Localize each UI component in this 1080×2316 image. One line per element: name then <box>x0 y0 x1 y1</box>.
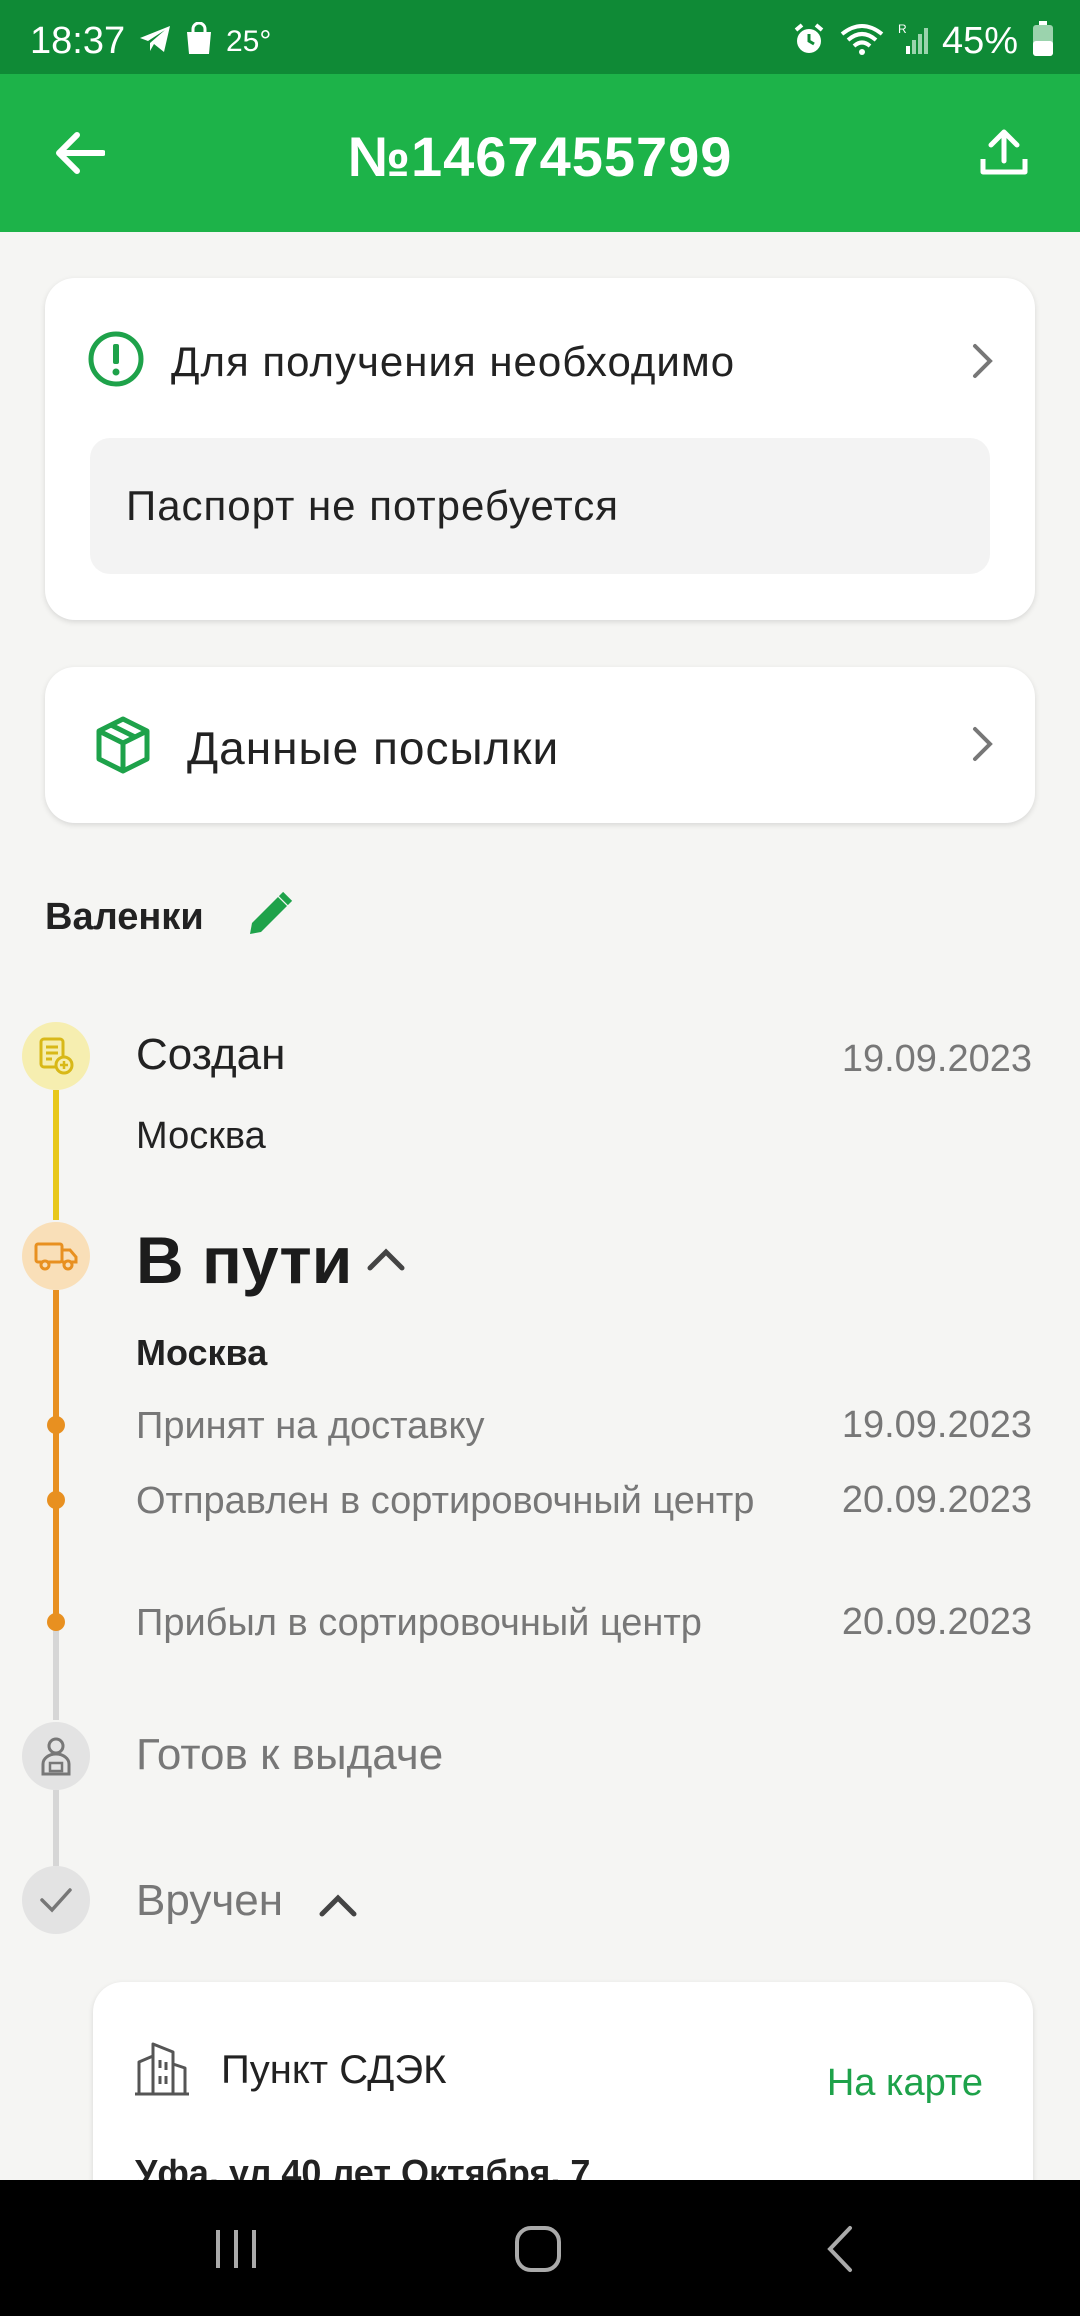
stage-ready-label: Готов к выдаче <box>136 1730 444 1779</box>
telegram-icon <box>138 24 172 59</box>
chevron-right-icon <box>971 725 995 768</box>
created-stage-icon <box>22 1022 90 1090</box>
stage-delivered-label: Вручен <box>136 1876 284 1925</box>
timeline-event-dot <box>47 1416 65 1434</box>
document-add-icon <box>39 1037 74 1075</box>
stage-created-label: Создан <box>136 1030 286 1079</box>
ready-stage-icon <box>22 1722 90 1790</box>
parcel-data-title: Данные посылки <box>187 721 560 774</box>
pickup-point-title: Пункт СДЭК <box>221 2048 447 2092</box>
timeline-line-created <box>53 1090 59 1220</box>
order-number-title: №1467455799 <box>347 125 733 188</box>
parcel-name: Валенки <box>45 896 204 938</box>
timeline-event-dot <box>47 1613 65 1631</box>
stage-transit-label: В пути <box>136 1223 353 1297</box>
shopping-bag-icon <box>184 21 214 61</box>
stage-created-date: 19.09.2023 <box>841 1038 1032 1080</box>
transit-event-text: Прибыл в сортировочный центр <box>136 1602 702 1644</box>
stage-created-city: Москва <box>136 1115 266 1157</box>
check-icon <box>40 1888 72 1913</box>
transit-event-date: 20.09.2023 <box>841 1601 1032 1643</box>
recent-apps-icon <box>216 2230 256 2268</box>
requirements-value-box: Паспорт не потребуется <box>90 438 990 574</box>
stage-transit-city: Москва <box>136 1332 268 1373</box>
building-icon <box>133 2038 191 2103</box>
home-icon <box>515 2226 561 2272</box>
parcel-name-row: Валенки <box>45 890 294 945</box>
transit-event-text: Отправлен в сортировочный центр <box>136 1480 755 1522</box>
system-navigation-bar <box>0 2180 1080 2316</box>
timeline-line-pending-2 <box>53 1790 59 1866</box>
chevron-right-icon <box>971 342 995 385</box>
parcel-data-card[interactable]: Данные посылки <box>45 667 1035 823</box>
on-map-link[interactable]: На карте <box>827 2062 983 2105</box>
timeline-event-dot <box>47 1491 65 1509</box>
timeline-line-transit <box>53 1290 59 1620</box>
timeline-line-pending <box>53 1620 59 1720</box>
back-chevron-icon <box>827 2226 852 2272</box>
app-bar: №1467455799 <box>0 74 1080 232</box>
edit-pencil-icon[interactable] <box>244 890 294 945</box>
requirements-value: Паспорт не потребуется <box>126 482 620 529</box>
delivered-stage-icon <box>22 1866 90 1934</box>
requirements-title: Для получения необходимо <box>171 337 736 385</box>
recent-apps-button[interactable] <box>196 2214 276 2284</box>
in-transit-stage-icon <box>22 1222 90 1290</box>
battery-percent: 45% <box>941 20 1018 62</box>
truck-icon <box>34 1242 78 1271</box>
status-bar: 18:37 25° R 45% <box>0 0 1080 74</box>
package-box-icon <box>95 715 151 780</box>
status-icons-right: R 45% <box>792 20 1054 63</box>
courier-person-icon <box>41 1737 71 1776</box>
svg-text:R: R <box>898 22 907 36</box>
battery-icon <box>1032 21 1054 62</box>
transit-event-date: 19.09.2023 <box>841 1404 1032 1446</box>
chevron-up-icon[interactable] <box>318 1890 358 1923</box>
exclamation-circle-icon <box>87 330 145 393</box>
requirements-card[interactable]: Для получения необходимо Паспорт не потр… <box>45 278 1035 620</box>
share-icon <box>980 129 1028 175</box>
transit-event-date: 20.09.2023 <box>841 1479 1032 1521</box>
status-icons-left: 25° <box>138 21 272 61</box>
home-button[interactable] <box>498 2214 578 2284</box>
status-temperature: 25° <box>226 24 272 58</box>
signal-icon: R <box>898 22 928 61</box>
alarm-icon <box>792 22 826 61</box>
chevron-up-icon[interactable] <box>366 1244 406 1277</box>
transit-event-text: Принят на доставку <box>136 1405 485 1447</box>
system-back-button[interactable] <box>800 2214 880 2284</box>
status-time: 18:37 <box>30 20 126 62</box>
share-button[interactable] <box>972 120 1036 184</box>
wifi-icon <box>840 22 884 61</box>
